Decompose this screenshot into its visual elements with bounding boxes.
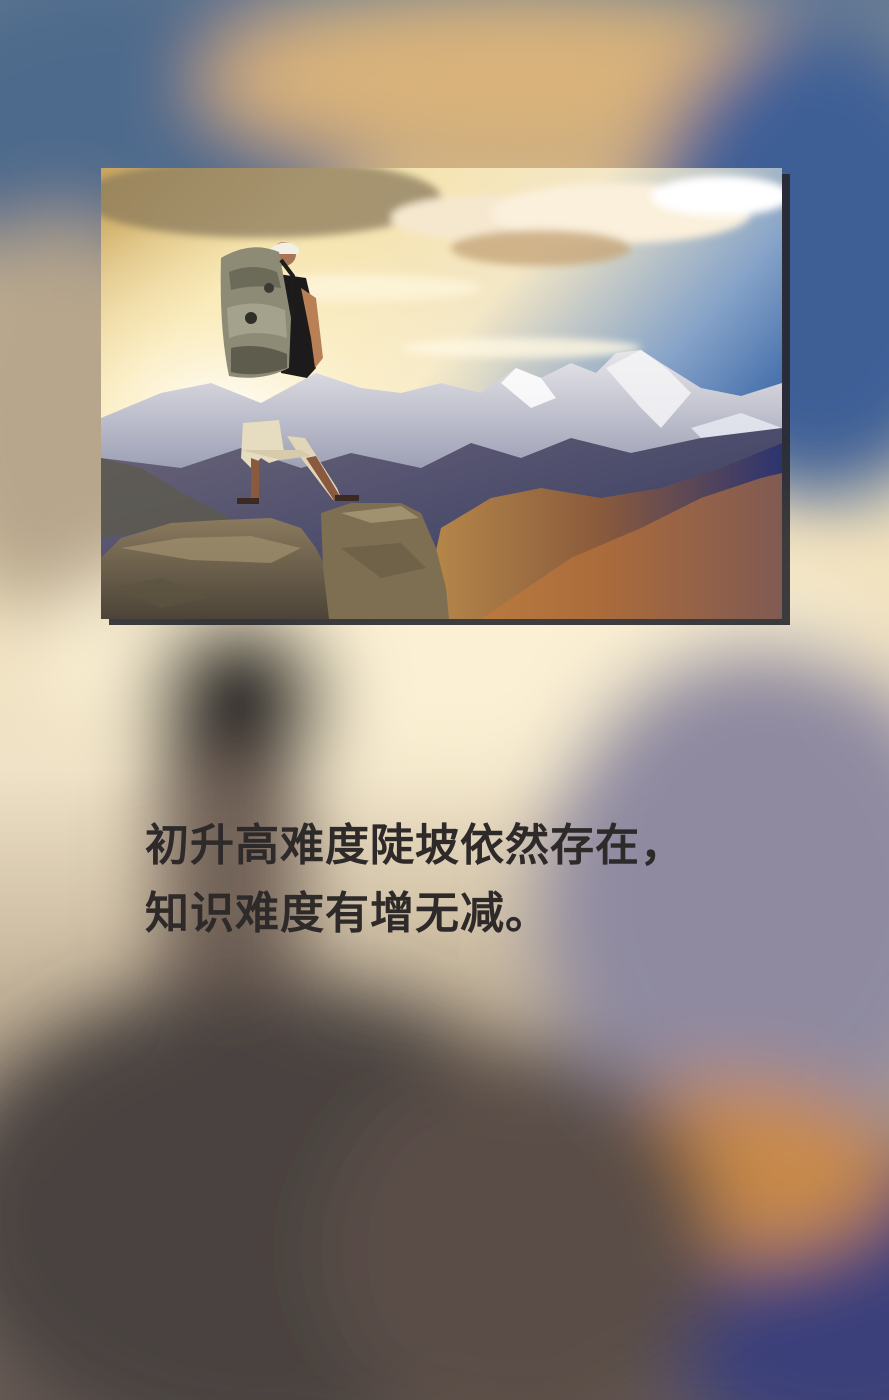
caption-line-1: 初升高难度陡坡依然存在， [145, 820, 685, 871]
caption-line-2: 知识难度有增无减。 [145, 888, 550, 939]
photo-frame [101, 168, 782, 619]
caption: 初升高难度陡坡依然存在， 知识难度有增无减。 [145, 812, 845, 948]
hiker-photo [101, 168, 782, 619]
